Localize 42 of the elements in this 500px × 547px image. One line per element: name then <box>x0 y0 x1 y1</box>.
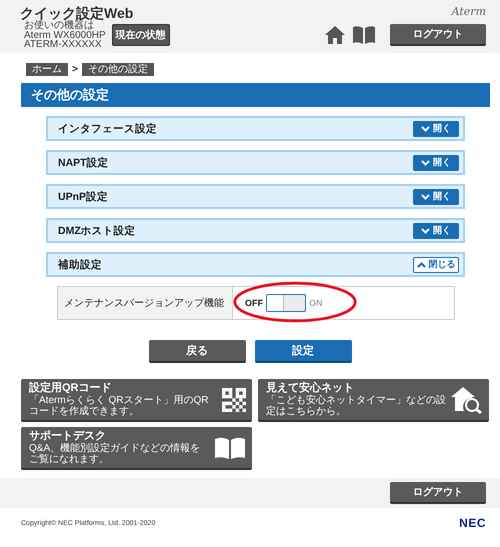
breadcrumb-link[interactable]: その他の設定 <box>82 62 154 76</box>
panel-title: UPnP設定 <box>58 190 108 204</box>
panel-title: DMZホスト設定 <box>58 224 136 238</box>
toggle-switch[interactable] <box>266 294 306 312</box>
qr-code-icon <box>222 388 246 412</box>
expand-toggle-button[interactable]: 開く <box>413 188 459 204</box>
link-card[interactable]: サポートデスク Q&A、機能別設定ガイドなどの情報をご覧になれます。 <box>21 427 252 470</box>
link-card[interactable]: 見えて安心ネット 「こども安心ネットタイマー」などの設定はこちらから。 <box>258 379 489 422</box>
expand-toggle-button[interactable]: 開く <box>413 120 459 136</box>
apply-button[interactable]: 設定 <box>254 340 352 363</box>
panel-title: インタフェース設定 <box>58 122 157 136</box>
device-info-text: ATERM-XXXXXX <box>24 40 103 50</box>
logout-button[interactable]: ログアウト <box>390 24 486 46</box>
expand-toggle-button[interactable]: 閉じる <box>413 256 459 272</box>
brand-logo: Aterm <box>452 5 486 18</box>
on-label: ON <box>309 298 322 308</box>
expand-toggle-button[interactable]: 開く <box>413 222 459 238</box>
device-info-text: お使いの機器は <box>24 21 94 30</box>
off-label: OFF <box>245 298 263 308</box>
app-title: クイック設定Web <box>20 5 134 21</box>
chevron-down-icon <box>421 126 430 132</box>
chevron-up-icon <box>416 262 426 268</box>
logout-button[interactable]: ログアウト <box>390 482 486 504</box>
device-info-text: Aterm WX6000HP <box>24 30 106 40</box>
breadcrumb-link[interactable]: ホーム <box>26 62 68 76</box>
panel-title: 補助設定 <box>58 258 102 272</box>
chevron-down-icon <box>421 194 430 200</box>
book-icon[interactable] <box>352 25 376 45</box>
home-icon[interactable] <box>324 25 346 45</box>
link-card[interactable]: 設定用QRコード 「Atermらくらく QRスタート」用のQRコードを作成できます。 <box>21 379 252 422</box>
chevron-down-icon <box>421 228 430 234</box>
status-button[interactable]: 現在の状態 <box>112 24 170 46</box>
back-button[interactable]: 戻る <box>148 340 246 363</box>
breadcrumb-separator: > <box>72 64 78 74</box>
book-icon <box>214 436 246 460</box>
brand-logo: NEC <box>459 516 486 530</box>
panel-title: NAPT設定 <box>58 156 109 170</box>
chevron-down-icon <box>421 160 430 166</box>
house-magnifier-icon <box>451 386 483 414</box>
setting-label: メンテナンスバージョンアップ機能 <box>58 287 233 319</box>
expand-toggle-button[interactable]: 開く <box>413 154 459 170</box>
section-title: その他の設定 <box>21 83 490 107</box>
